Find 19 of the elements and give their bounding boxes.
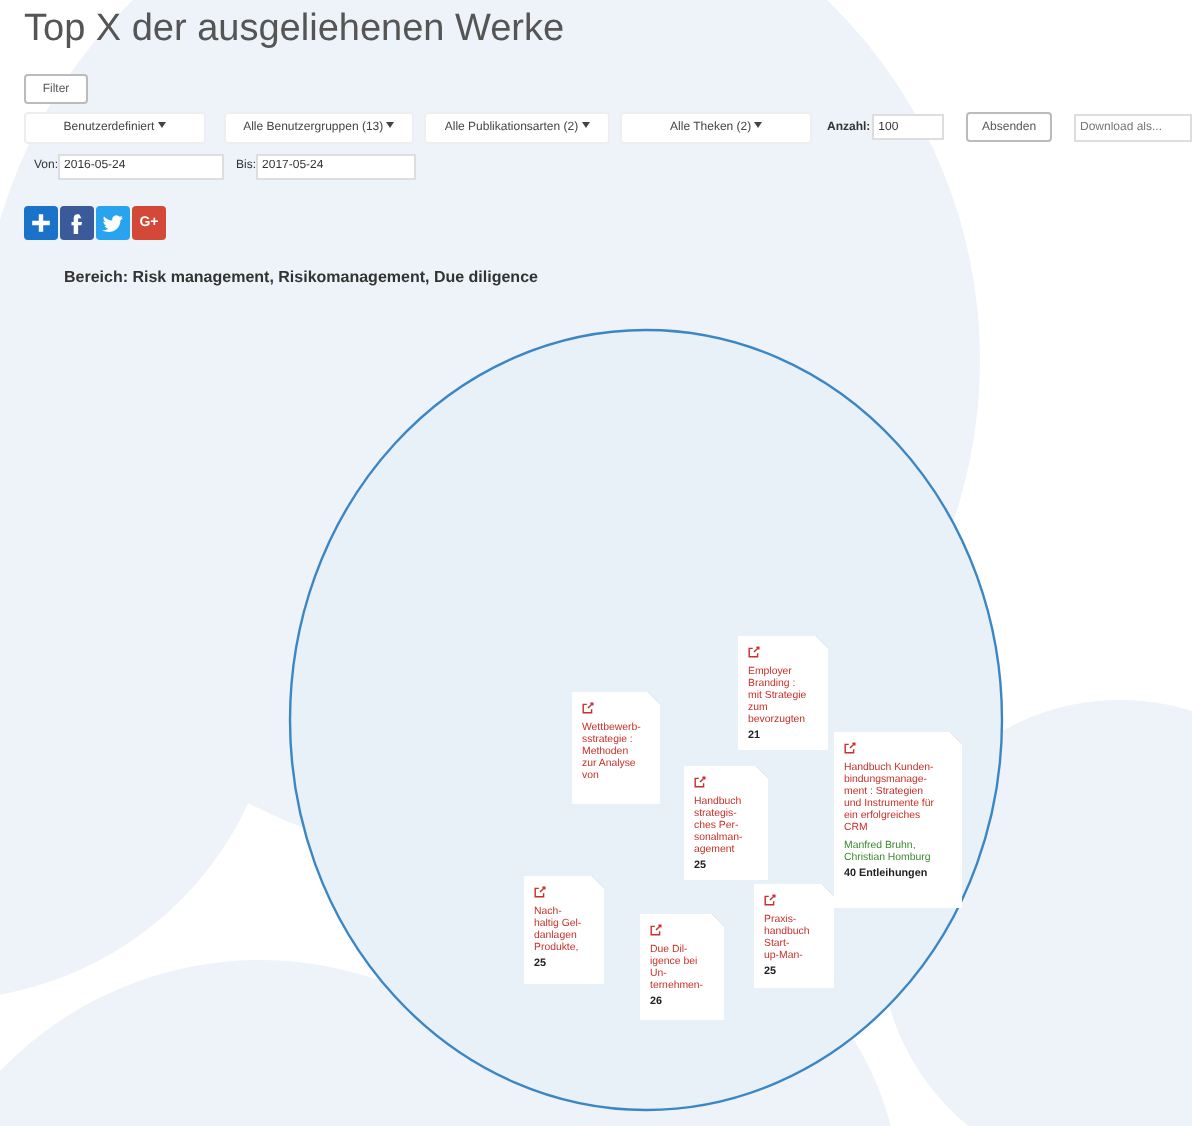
external-link-icon[interactable] — [748, 646, 760, 658]
caret-icon — [157, 122, 166, 129]
external-link-icon[interactable] — [844, 742, 856, 754]
page-title: Top X der ausgeliehenen Werke — [24, 8, 567, 52]
facebook-icon — [66, 212, 88, 234]
facebook-button[interactable] — [60, 206, 94, 240]
external-link-icon[interactable] — [650, 924, 662, 936]
caret-icon — [386, 122, 395, 129]
caret-icon — [581, 122, 590, 129]
twitter-bird-icon — [102, 212, 124, 234]
share-plus-button[interactable] — [24, 206, 58, 240]
external-link-icon[interactable] — [534, 886, 546, 898]
share-plus-icon — [30, 212, 52, 234]
external-link-icon[interactable] — [764, 894, 776, 906]
twitter-bird-button[interactable] — [96, 206, 130, 240]
area-heading: Bereich: Risk management, Risikomanagement, Due diligence — [64, 268, 540, 286]
external-link-icon[interactable] — [582, 702, 594, 714]
external-link-icon[interactable] — [694, 776, 706, 788]
caret-icon — [754, 122, 763, 129]
